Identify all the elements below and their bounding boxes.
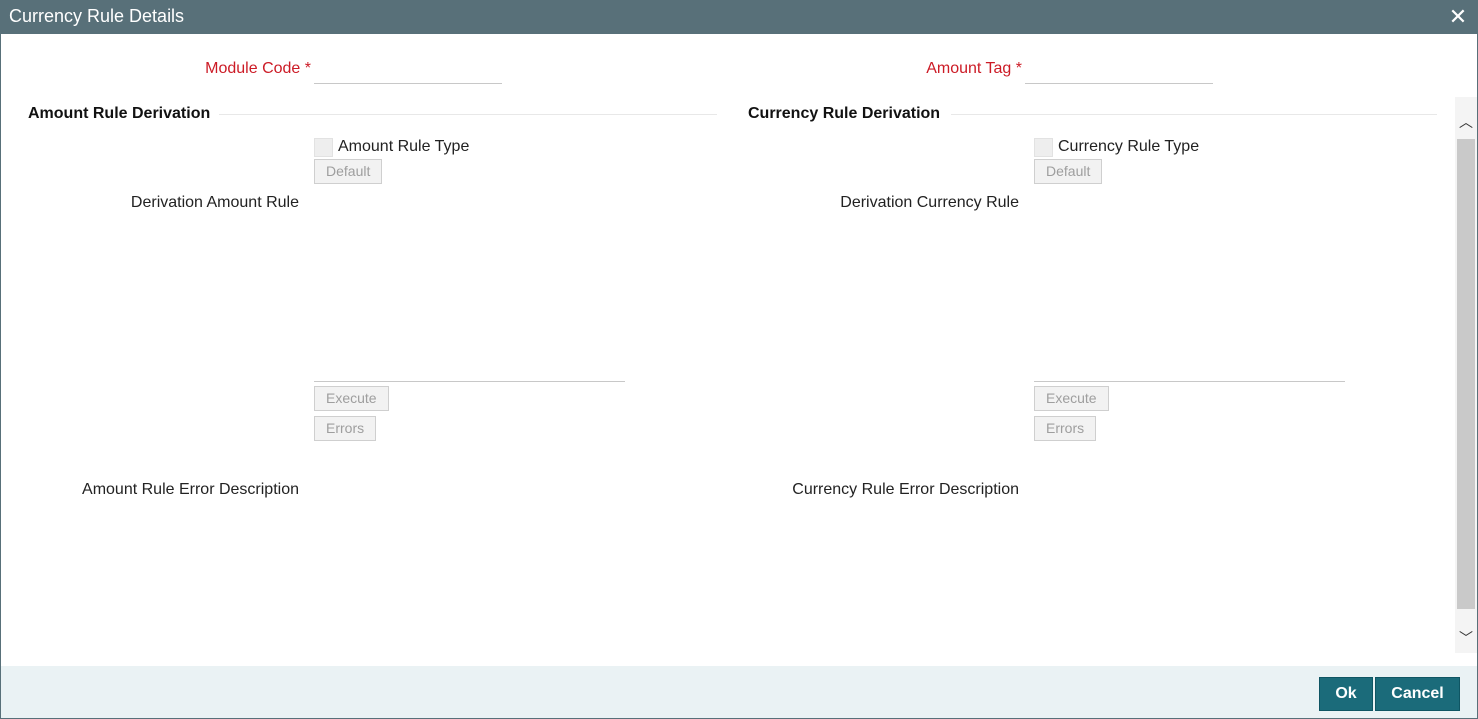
dialog-footer: Ok Cancel <box>1 666 1477 718</box>
scrollbar-thumb[interactable] <box>1457 139 1475 609</box>
amount-rule-error-description-area[interactable] <box>314 479 625 665</box>
scroll-up-icon[interactable]: ︿ <box>1455 111 1477 133</box>
currency-errors-button[interactable]: Errors <box>1034 416 1097 441</box>
amount-tag-label: Amount Tag * <box>926 60 1022 77</box>
currency-rule-details-dialog: Currency Rule Details ✕ Module Code * Am… <box>0 0 1478 719</box>
amount-section-divider <box>219 114 717 115</box>
amount-rule-type-checkbox[interactable] <box>314 138 333 157</box>
amount-tag-input[interactable] <box>1025 59 1213 84</box>
currency-rule-type-label: Currency Rule Type <box>1058 138 1200 155</box>
derivation-amount-rule-textarea[interactable] <box>314 191 625 382</box>
currency-execute-button[interactable]: Execute <box>1034 386 1109 411</box>
derivation-amount-rule-label: Derivation Amount Rule <box>130 194 299 211</box>
scroll-down-icon[interactable]: ﹀ <box>1455 627 1477 649</box>
title-bar: Currency Rule Details ✕ <box>1 1 1477 34</box>
currency-rule-error-description-area[interactable] <box>1034 479 1345 665</box>
dialog-title: Currency Rule Details <box>9 6 185 26</box>
currency-default-button[interactable]: Default <box>1034 159 1103 184</box>
amount-execute-button[interactable]: Execute <box>314 386 389 411</box>
module-code-input[interactable] <box>314 59 502 84</box>
amount-section-title: Amount Rule Derivation <box>28 105 211 122</box>
currency-section-title: Currency Rule Derivation <box>748 105 941 122</box>
amount-rule-error-description-label: Amount Rule Error Description <box>82 481 299 498</box>
amount-default-button[interactable]: Default <box>314 159 383 184</box>
currency-rule-error-description-label: Currency Rule Error Description <box>792 481 1019 498</box>
close-icon[interactable]: ✕ <box>1445 4 1471 30</box>
module-code-label: Module Code * <box>205 60 311 77</box>
amount-errors-button[interactable]: Errors <box>314 416 377 441</box>
vertical-scrollbar[interactable]: ︿ ﹀ <box>1455 97 1477 653</box>
currency-section-divider <box>951 114 1437 115</box>
derivation-currency-rule-label: Derivation Currency Rule <box>840 194 1019 211</box>
currency-rule-type-checkbox[interactable] <box>1034 138 1053 157</box>
derivation-currency-rule-textarea[interactable] <box>1034 191 1345 382</box>
cancel-button[interactable]: Cancel <box>1375 677 1460 711</box>
ok-button[interactable]: Ok <box>1319 677 1373 711</box>
amount-rule-type-label: Amount Rule Type <box>338 138 470 155</box>
